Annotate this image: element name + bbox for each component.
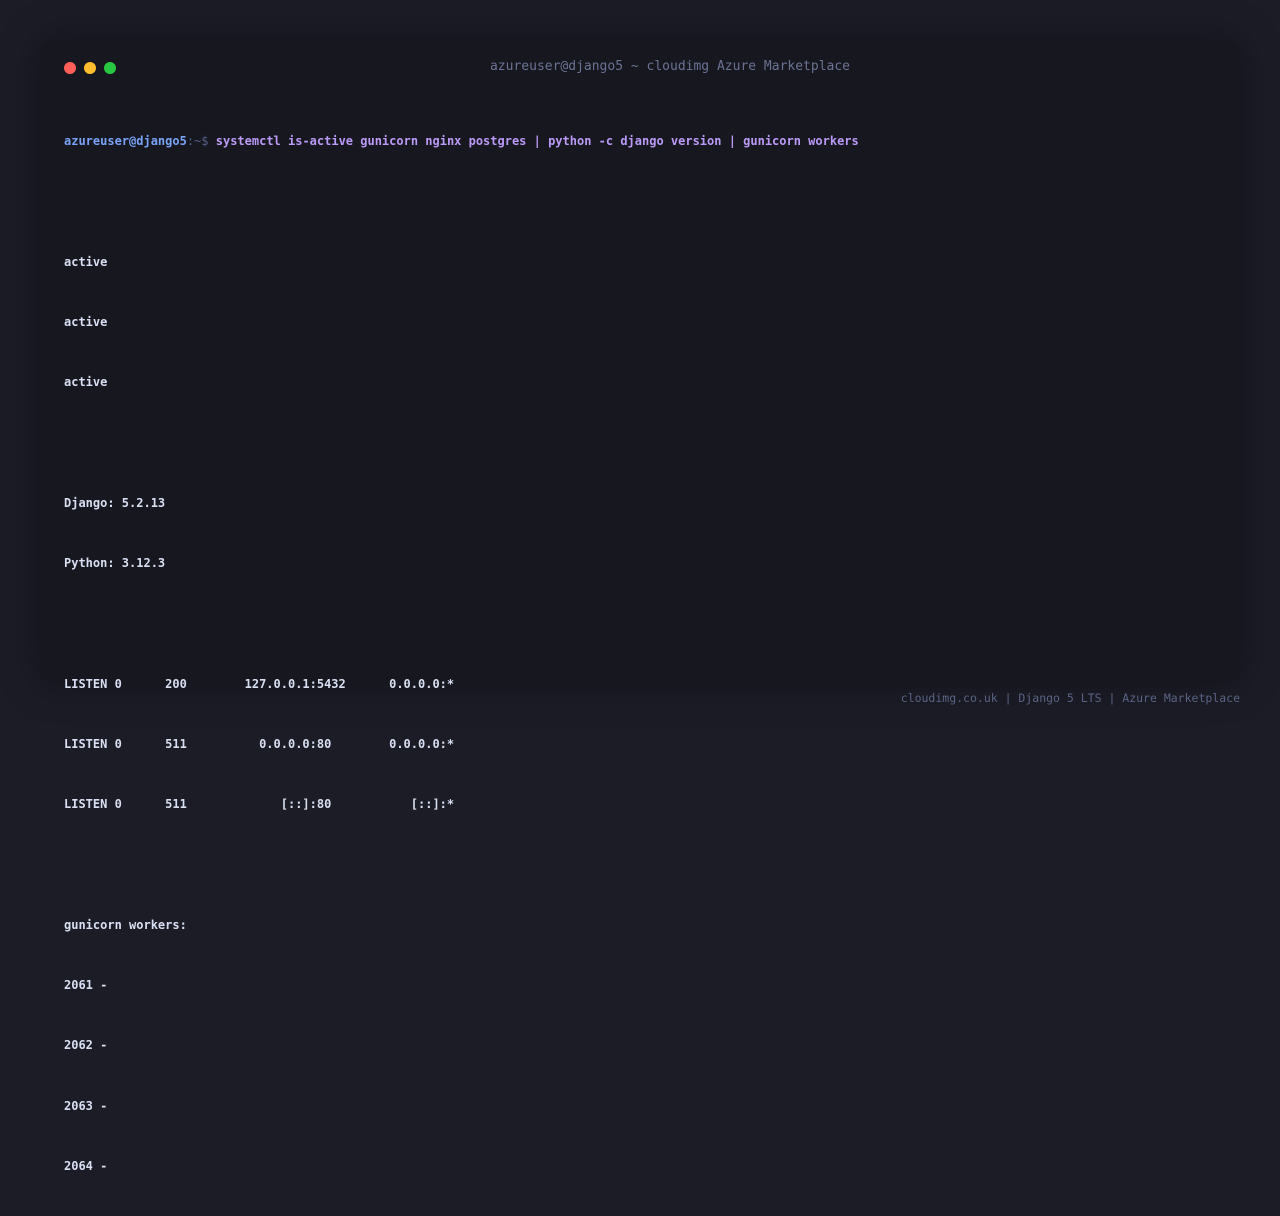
title-bar: azureuser@django5 ~ cloudimg Azure Marke… (40, 40, 1240, 96)
workers-header: gunicorn workers: (64, 917, 187, 932)
service-status-line: active (64, 254, 108, 269)
terminal-output[interactable]: azureuser@django5:~$ systemctl is-active… (64, 91, 1214, 1216)
worker-row: 2061 - (64, 978, 108, 993)
command-text: systemctl is-active gunicorn nginx postg… (215, 134, 859, 149)
python-version-line: Python: 3.12.3 (64, 556, 166, 571)
prompt-line: azureuser@django5:~$ systemctl is-active… (64, 131, 1214, 151)
prompt-user-host: azureuser@django5 (64, 134, 187, 149)
worker-row: 2063 - (64, 1098, 108, 1113)
service-status-line: active (64, 315, 108, 330)
footer-caption: cloudimg.co.uk | Django 5 LTS | Azure Ma… (900, 691, 1240, 705)
prompt-path: :~$ (186, 134, 209, 149)
service-status-line: active (64, 375, 108, 390)
window-title: azureuser@django5 ~ cloudimg Azure Marke… (489, 59, 851, 74)
listen-row: LISTEN 0 511 [::]:80 [::]:* (64, 797, 455, 812)
terminal-window: azureuser@django5 ~ cloudimg Azure Marke… (40, 40, 1240, 1173)
worker-row: 2064 - (64, 1158, 108, 1173)
listen-row: LISTEN 0 511 0.0.0.0:80 0.0.0.0:* (64, 737, 455, 751)
django-version-line: Django: 5.2.13 (64, 495, 166, 510)
worker-row: 2062 - (64, 1038, 108, 1053)
